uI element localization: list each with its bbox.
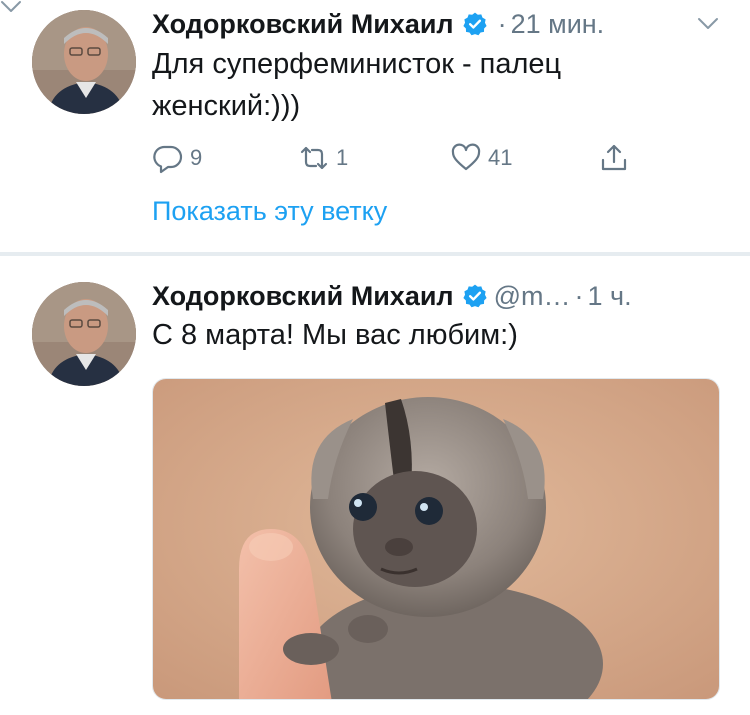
separator-dot: · xyxy=(574,280,584,311)
tweet-actions: 9 1 41 xyxy=(152,142,652,178)
marmoset-photo xyxy=(153,379,719,699)
chevron-down-icon[interactable] xyxy=(0,0,22,14)
separator-dot: · xyxy=(497,8,507,39)
show-thread-link[interactable]: Показать эту ветку xyxy=(152,196,387,227)
reply-button[interactable]: 9 xyxy=(152,142,202,174)
tweet-text: Для суперфеминисток - палец женский:))) xyxy=(152,43,712,127)
reply-count: 9 xyxy=(190,145,203,170)
avatar[interactable] xyxy=(32,10,136,114)
author-handle[interactable]: @m… xyxy=(494,281,571,312)
like-button[interactable]: 41 xyxy=(450,142,512,174)
heart-icon xyxy=(451,143,481,171)
author-name[interactable]: Ходорковский Михаил xyxy=(152,9,454,40)
avatar[interactable] xyxy=(32,282,136,386)
tweet[interactable]: Ходорковский Михаил · 21 мин. Для суперф… xyxy=(0,0,750,252)
verified-badge-icon xyxy=(463,284,487,308)
tweet-text: С 8 марта! Мы вас любим:) xyxy=(152,314,712,356)
tweet-photo[interactable] xyxy=(152,378,720,700)
tweet[interactable]: Ходорковский Михаил @m… · 1 ч. С 8 марта… xyxy=(0,256,750,715)
tweet-header: Ходорковский Михаил @m… · 1 ч. xyxy=(152,278,632,314)
retweet-button[interactable]: 1 xyxy=(298,142,348,174)
tweet-time[interactable]: 1 ч. xyxy=(588,281,632,312)
share-button[interactable] xyxy=(598,142,630,174)
share-icon xyxy=(601,144,627,171)
tweet-text-line: С 8 марта! Мы вас любим:) xyxy=(152,319,518,351)
author-name[interactable]: Ходорковский Михаил xyxy=(152,281,454,312)
tweet-text-line: Для суперфеминисток - палец xyxy=(152,48,562,80)
tweet-time[interactable]: 21 мин. xyxy=(511,9,605,40)
chevron-down-icon[interactable] xyxy=(697,17,719,31)
retweet-count: 1 xyxy=(336,145,349,170)
reply-icon xyxy=(153,145,183,174)
verified-badge-icon xyxy=(463,12,487,36)
retweet-icon xyxy=(300,146,328,170)
tweet-text-line: женский:))) xyxy=(152,90,301,122)
like-count: 41 xyxy=(488,145,513,170)
tweet-header: Ходорковский Михаил · 21 мин. xyxy=(152,6,604,42)
